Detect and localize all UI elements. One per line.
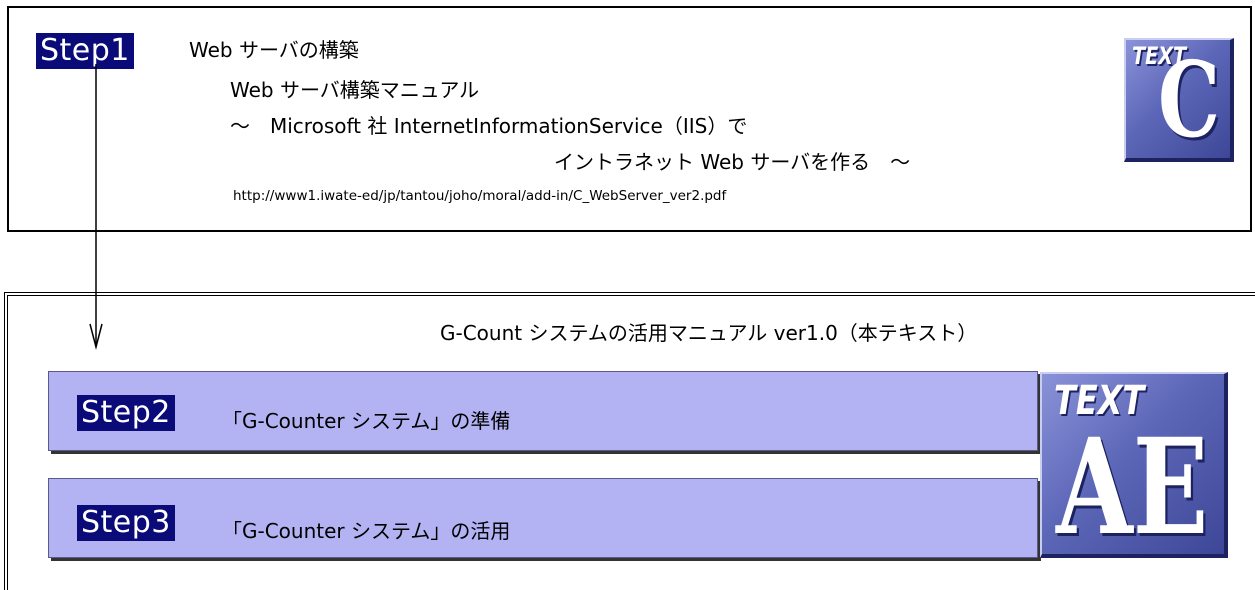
step1-subtitle: Web サーバ構築マニュアル (230, 78, 480, 102)
step1-title: Web サーバの構築 (189, 38, 359, 62)
step3-label: Step3 (77, 505, 175, 541)
step3-band (48, 478, 1038, 558)
step1-url: http://www1.iwate-ed/jp/tantou/joho/mora… (233, 188, 727, 204)
step2-band (48, 371, 1038, 451)
logo-letter: C (1158, 38, 1221, 161)
step1-line4: イントラネット Web サーバを作る ～ (554, 150, 911, 174)
step3-text: 「G-Counter システム」の活用 (222, 519, 511, 543)
text-ae-logo: TEXT AE (1040, 372, 1228, 558)
step2-label: Step2 (77, 395, 175, 431)
logo-letters: AE (1056, 410, 1209, 558)
text-c-logo: TEXT C (1124, 38, 1234, 162)
step2-text: 「G-Counter システム」の準備 (222, 409, 511, 433)
step1-line3: ～ Microsoft 社 InternetInformationService… (230, 114, 748, 138)
main-heading: G-Count システムの活用マニュアル ver1.0（本テキスト） (440, 321, 978, 345)
